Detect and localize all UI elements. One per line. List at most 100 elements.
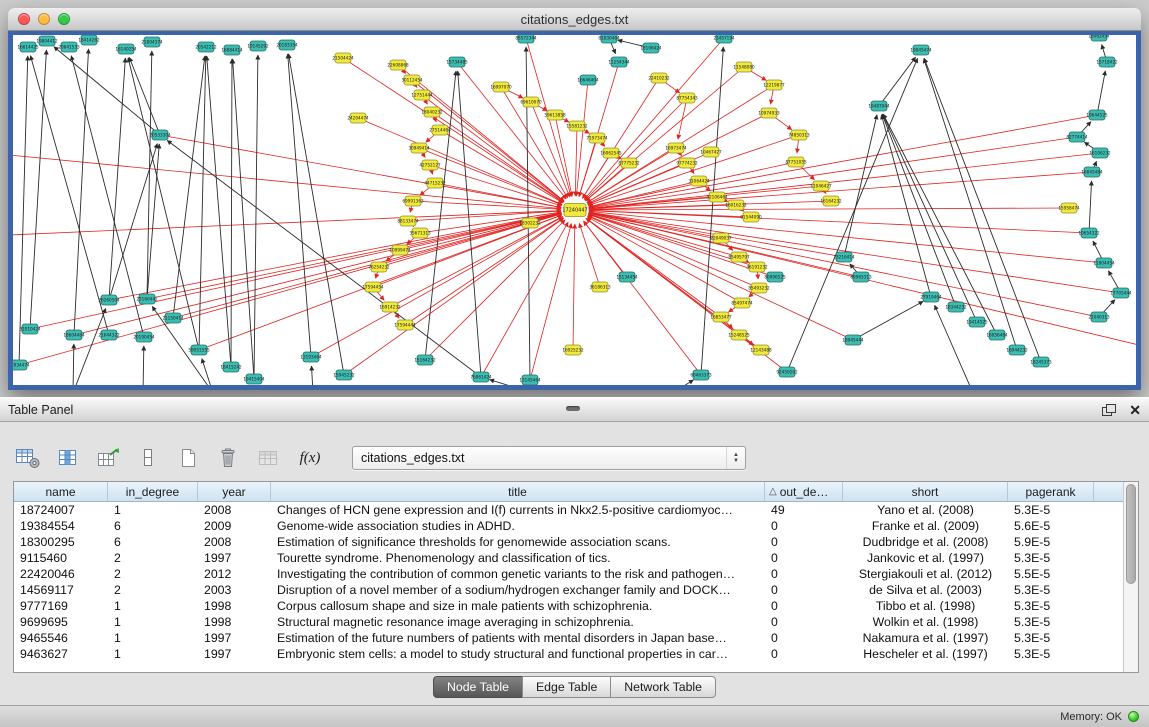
graph-edge[interactable] bbox=[924, 59, 1017, 350]
graph-node[interactable]: 36191232 bbox=[746, 262, 768, 272]
delete-icon[interactable] bbox=[214, 446, 242, 470]
graph-node[interactable]: 19415404 bbox=[243, 374, 265, 384]
graph-node[interactable]: 16925232 bbox=[562, 345, 584, 355]
graph-node[interactable]: 26260504 bbox=[98, 295, 120, 305]
graph-node[interactable]: 74850313 bbox=[788, 130, 810, 140]
graph-node[interactable]: 11804454 bbox=[1093, 258, 1115, 268]
graph-node[interactable]: 21150414 bbox=[162, 313, 184, 323]
graph-edge[interactable] bbox=[19, 56, 28, 365]
graph-node[interactable]: 16884414 bbox=[221, 45, 243, 55]
close-window-icon[interactable] bbox=[18, 13, 30, 25]
graph-node[interactable]: 21457194 bbox=[713, 35, 735, 43]
graph-node[interactable]: 19804412 bbox=[36, 36, 58, 46]
graph-node[interactable]: 16164232 bbox=[820, 196, 842, 206]
table-row[interactable]: 977716911998Corpus callosum shape and si… bbox=[14, 598, 1123, 614]
column-header-name[interactable]: name bbox=[14, 482, 108, 501]
graph-edge[interactable] bbox=[1097, 71, 1105, 115]
graph-edge[interactable] bbox=[425, 220, 565, 360]
graph-node[interactable]: 76254232 bbox=[368, 262, 390, 272]
graph-node[interactable]: 27919464 bbox=[920, 292, 942, 302]
table-row[interactable]: 1830029562008Estimation of significance … bbox=[14, 534, 1123, 550]
zoom-window-icon[interactable] bbox=[58, 13, 70, 25]
graph-edge[interactable] bbox=[199, 56, 206, 350]
graph-edge[interactable] bbox=[881, 115, 931, 297]
table-row[interactable]: 2242004622012Investigating the contribut… bbox=[14, 566, 1123, 582]
graph-node[interactable]: 16646404 bbox=[577, 75, 599, 85]
graph-edge[interactable] bbox=[924, 58, 1041, 362]
graph-node[interactable]: 15581232 bbox=[566, 121, 588, 131]
graph-node[interactable]: 59051555 bbox=[188, 345, 210, 355]
graph-node[interactable]: 97774232 bbox=[676, 158, 698, 168]
graph-node[interactable]: 22410232 bbox=[648, 73, 670, 83]
graph-edge[interactable] bbox=[481, 222, 568, 377]
close-panel-icon[interactable]: ✕ bbox=[1129, 403, 1141, 417]
graph-edge[interactable] bbox=[143, 346, 144, 385]
new-file-icon[interactable] bbox=[174, 446, 202, 470]
graph-edge[interactable] bbox=[530, 224, 571, 380]
graph-hub-node[interactable]: 17240447 bbox=[562, 204, 587, 217]
graph-edge[interactable] bbox=[589, 208, 1069, 210]
graph-edge[interactable] bbox=[173, 56, 205, 318]
column-header-out-de-[interactable]: △out_de… bbox=[765, 482, 843, 501]
graph-edge[interactable] bbox=[254, 55, 258, 379]
graph-node[interactable]: 42752127 bbox=[419, 160, 441, 170]
graph-node[interactable]: 59613858 bbox=[544, 110, 566, 120]
table-row[interactable]: 969969511998Structural magnetic resonanc… bbox=[14, 614, 1123, 630]
table-row[interactable]: 911546021997Tourette syndrome. Phenomeno… bbox=[14, 550, 1123, 566]
graph-node[interactable]: 16944232 bbox=[1006, 345, 1028, 355]
graph-node[interactable]: 18040232 bbox=[421, 107, 443, 117]
graph-edge[interactable] bbox=[311, 366, 313, 385]
graph-edge[interactable] bbox=[231, 59, 232, 367]
import-table-icon[interactable] bbox=[254, 446, 282, 470]
graph-node[interactable]: 87775232 bbox=[618, 158, 640, 168]
graph-node[interactable]: 82774414 bbox=[1066, 132, 1088, 142]
graph-node[interactable]: 16997070 bbox=[490, 82, 512, 92]
graph-node[interactable]: 69610070 bbox=[520, 97, 542, 107]
graph-edge[interactable] bbox=[584, 38, 724, 199]
graph-node[interactable]: 17594444 bbox=[394, 320, 416, 330]
graph-node[interactable]: 19644525 bbox=[1086, 110, 1108, 120]
graph-edge[interactable] bbox=[311, 217, 563, 357]
graph-edge[interactable] bbox=[73, 308, 106, 385]
graph-node[interactable]: 10974933 bbox=[758, 108, 780, 118]
graph-node[interactable]: 16056484 bbox=[986, 330, 1008, 340]
graph-node[interactable]: 18106424 bbox=[640, 43, 662, 53]
graph-edge[interactable] bbox=[19, 214, 562, 365]
graph-edge[interactable] bbox=[30, 50, 46, 329]
scrollbar-thumb[interactable] bbox=[1126, 484, 1136, 584]
graph-node[interactable]: 16914232 bbox=[379, 302, 401, 312]
graph-node[interactable]: 18344232 bbox=[945, 302, 967, 312]
graph-node[interactable]: 15248525 bbox=[728, 330, 750, 340]
graph-node[interactable]: 80996525 bbox=[764, 272, 786, 282]
graph-node[interactable]: 16140254 bbox=[115, 44, 137, 54]
graph-node[interactable]: 10999474 bbox=[389, 245, 411, 255]
graph-node[interactable]: 20183354 bbox=[276, 40, 298, 50]
table-row[interactable]: 1456911722003Disruption of a novel membe… bbox=[14, 582, 1123, 598]
graph-edge[interactable] bbox=[13, 155, 561, 209]
graph-node[interactable]: 21644322 bbox=[98, 330, 120, 340]
graph-edge[interactable] bbox=[233, 59, 254, 379]
graph-node[interactable]: 17705444 bbox=[1110, 288, 1132, 298]
graph-node[interactable]: 21504424 bbox=[332, 53, 354, 63]
graph-node[interactable]: 36186313 bbox=[589, 282, 611, 292]
graph-node[interactable]: 22608868 bbox=[387, 60, 409, 70]
graph-edge[interactable] bbox=[202, 359, 213, 385]
graph-edge[interactable] bbox=[74, 49, 89, 335]
rows-icon[interactable] bbox=[134, 446, 162, 470]
graph-node[interactable]: 30112454 bbox=[401, 75, 423, 85]
graph-edge[interactable] bbox=[589, 213, 1099, 317]
graph-node[interactable]: 21804374 bbox=[141, 37, 163, 47]
tab-network-table[interactable]: Network Table bbox=[610, 676, 716, 698]
graph-node[interactable]: 20190454 bbox=[133, 332, 155, 342]
graph-node[interactable]: 35671313 bbox=[409, 228, 431, 238]
graph-node[interactable]: 92450262 bbox=[776, 367, 798, 377]
graph-node[interactable]: 85495797 bbox=[728, 252, 750, 262]
graph-node[interactable]: 16853477 bbox=[710, 312, 732, 322]
panel-splitter-grip[interactable] bbox=[566, 406, 580, 411]
graph-node[interactable]: 44715232 bbox=[424, 178, 446, 188]
graph-node[interactable]: 10654322 bbox=[1078, 228, 1100, 238]
graph-node[interactable]: 19414525 bbox=[966, 317, 988, 327]
table-row[interactable]: 946554611997Estimation of the future num… bbox=[14, 630, 1123, 646]
graph-node[interactable]: 15945232 bbox=[333, 370, 355, 380]
graph-edge[interactable] bbox=[588, 135, 799, 206]
